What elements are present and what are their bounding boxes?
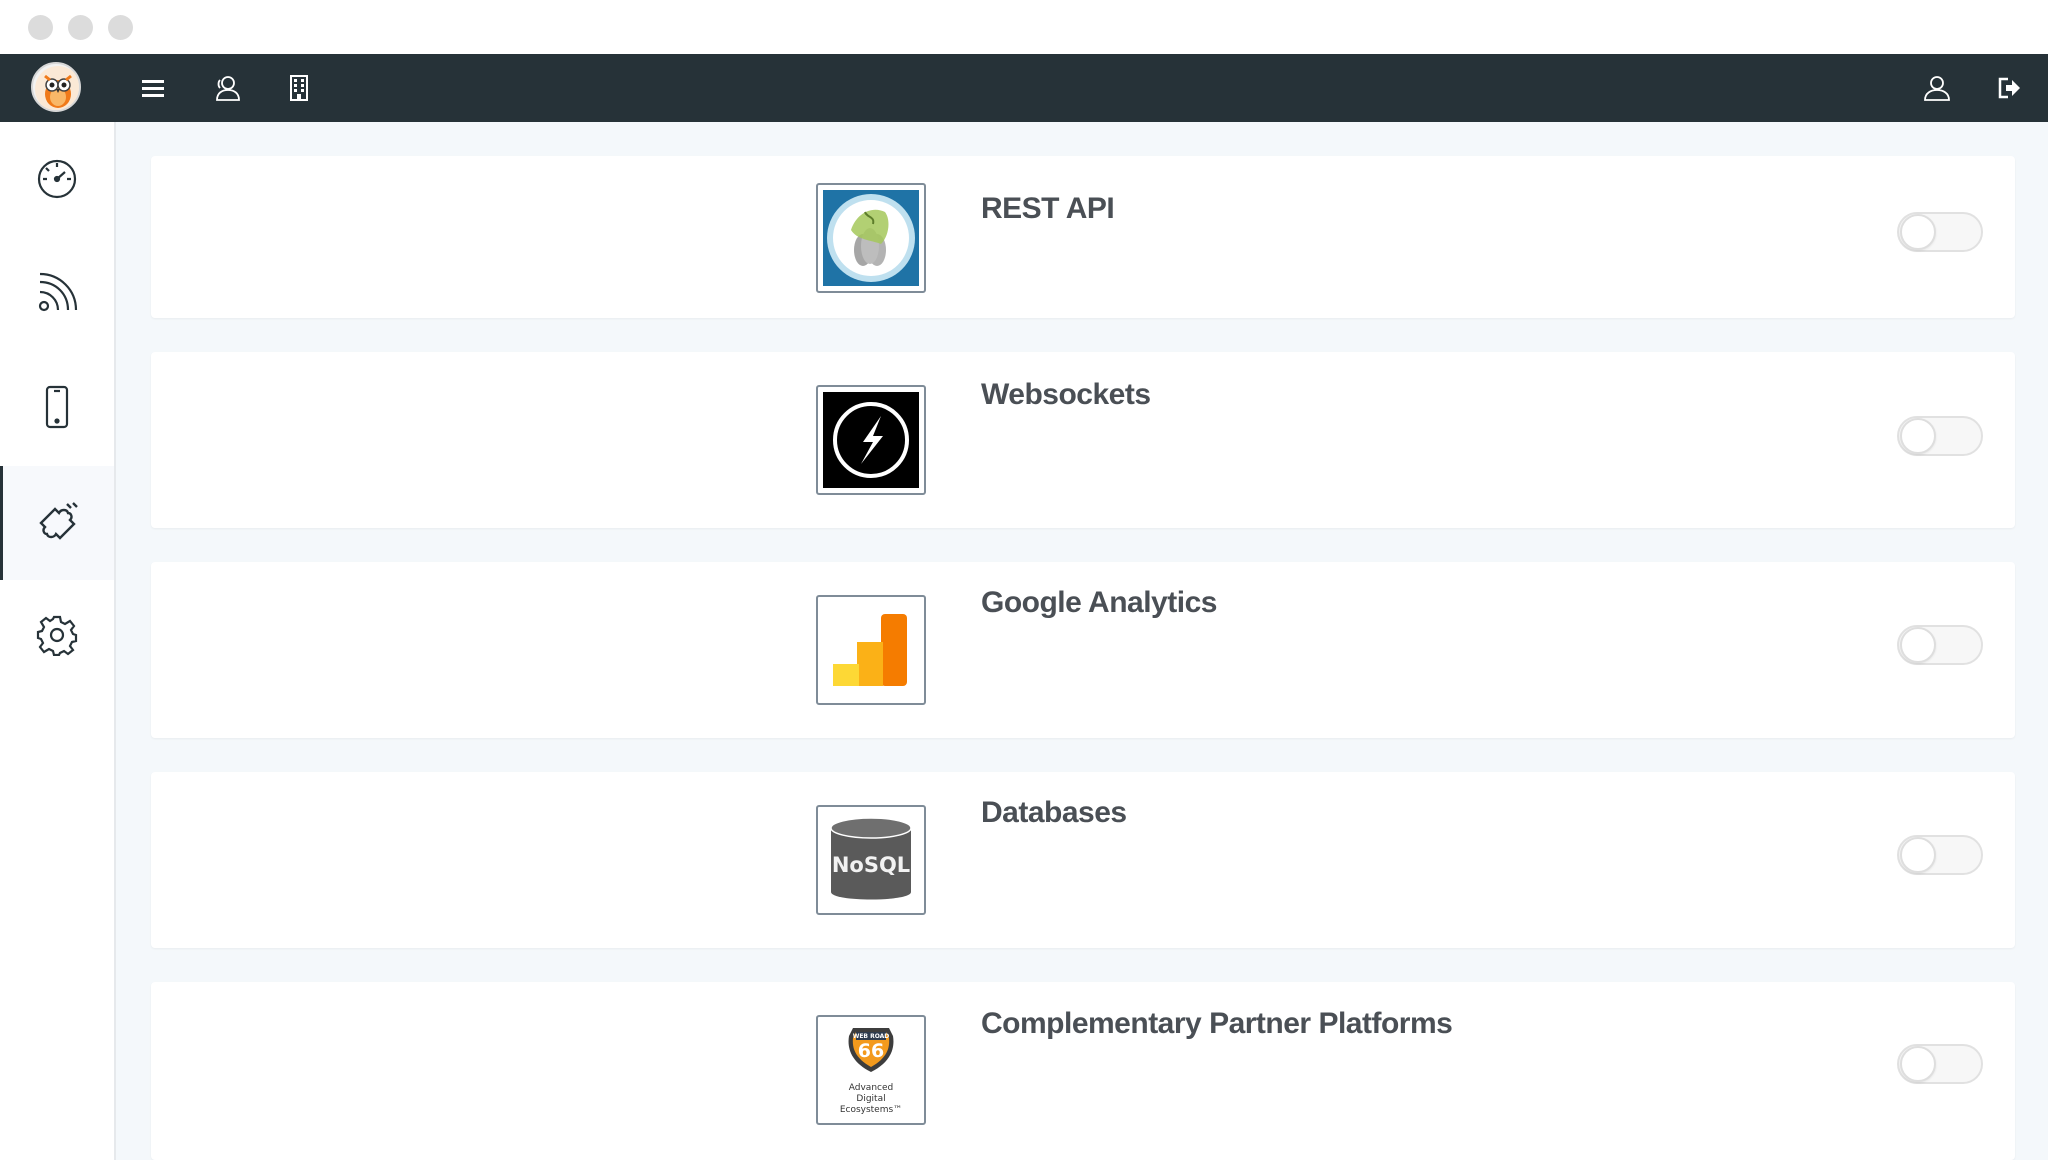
nosql-logo-text: NoSQL [831, 853, 911, 877]
integration-toggle[interactable] [1897, 1044, 1983, 1084]
integration-card-databases: NoSQL Databases [151, 772, 2015, 948]
integration-title: Google Analytics [981, 586, 1217, 619]
web-road-logo-top-text: WEB ROAD [852, 1033, 890, 1040]
toggle-knob [1900, 418, 1936, 454]
integration-card-websockets: Websockets [151, 352, 2015, 528]
window-close-button[interactable] [28, 15, 53, 40]
nosql-database-logo: NoSQL [816, 805, 926, 915]
menu-icon[interactable] [137, 72, 169, 104]
mobile-icon [42, 385, 72, 434]
dashboard-gauge-icon [36, 158, 78, 205]
integration-toggle[interactable] [1897, 835, 1983, 875]
web-road-66-logo: WEB ROAD 66 Advanced Digital Ecosystems™ [816, 1015, 926, 1125]
integrations-icon [37, 499, 81, 548]
integration-title: REST API [981, 192, 1115, 225]
feed-icon [36, 272, 78, 319]
window-minimize-button[interactable] [68, 15, 93, 40]
sidebar-item-mobile[interactable] [0, 352, 114, 466]
integration-card-google-analytics: Google Analytics [151, 562, 2015, 738]
integration-title: Databases [981, 796, 1127, 829]
sidebar-item-settings[interactable] [0, 580, 114, 694]
sidebar [0, 122, 116, 1160]
building-icon[interactable] [283, 72, 315, 104]
window-titlebar [0, 0, 2048, 54]
websockets-logo [816, 385, 926, 495]
web-road-logo-number: 66 [857, 1040, 885, 1062]
user-icon[interactable] [1921, 72, 1953, 104]
toggle-knob [1900, 1046, 1936, 1082]
settings-gear-icon [36, 614, 78, 661]
integrations-list: REST API Websockets Google Analytics NoS… [116, 122, 2048, 1160]
web-road-logo-bottom-text: Advanced Digital Ecosystems™ [839, 1083, 903, 1115]
integration-toggle[interactable] [1897, 416, 1983, 456]
rest-api-logo [816, 183, 926, 293]
users-icon[interactable] [211, 72, 243, 104]
integration-title: Websockets [981, 378, 1151, 411]
integration-toggle[interactable] [1897, 625, 1983, 665]
integration-toggle[interactable] [1897, 212, 1983, 252]
window-maximize-button[interactable] [108, 15, 133, 40]
toggle-knob [1900, 214, 1936, 250]
sidebar-item-feed[interactable] [0, 238, 114, 352]
toggle-knob [1900, 627, 1936, 663]
sidebar-item-integrations[interactable] [0, 466, 114, 580]
google-analytics-logo [816, 595, 926, 705]
logout-icon[interactable] [1994, 72, 2026, 104]
integration-card-rest-api: REST API [151, 156, 2015, 318]
toggle-knob [1900, 837, 1936, 873]
owl-logo[interactable] [31, 62, 81, 112]
integration-card-partner-platforms: WEB ROAD 66 Advanced Digital Ecosystems™… [151, 982, 2015, 1160]
integration-title: Complementary Partner Platforms [981, 1007, 1453, 1040]
top-navbar [0, 54, 2048, 122]
sidebar-item-dashboard[interactable] [0, 124, 114, 238]
